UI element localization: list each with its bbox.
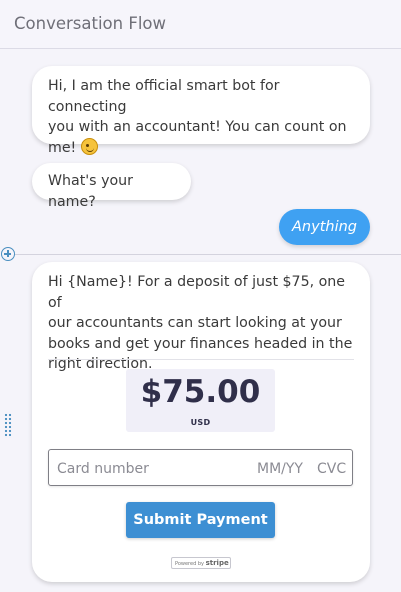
bot-intro-line-1: Hi, I am the official smart bot for conn… (48, 78, 280, 115)
bot-offer-line-3: books and get your finances headed in th… (48, 335, 353, 352)
divider (14, 254, 401, 255)
submit-payment-button[interactable]: Submit Payment (126, 502, 275, 538)
expiry-placeholder: MM/YY (257, 461, 303, 477)
bot-question-text: What's your name? (48, 173, 133, 210)
winking-face-icon (80, 137, 98, 155)
payment-amount: $75.00 (140, 374, 261, 410)
page-title: Conversation Flow (14, 14, 166, 33)
card-input[interactable]: Card number MM/YY CVC (48, 449, 353, 486)
card-number-placeholder: Card number (57, 461, 149, 477)
bot-intro-line-2: you with an accountant! You can count on (48, 119, 347, 135)
bot-intro-line-3: me! (48, 137, 354, 159)
bot-offer-line-2: our accountants can start looking at you… (48, 315, 342, 331)
cvc-placeholder: CVC (317, 461, 347, 477)
separator (48, 359, 354, 360)
stripe-logo: stripe (205, 559, 229, 567)
drag-handle-icon[interactable] (4, 413, 12, 438)
payment-currency: USD (190, 418, 211, 427)
bot-intro-message: Hi, I am the official smart bot for conn… (32, 66, 370, 156)
bot-question-message: What's your name? (32, 163, 191, 210)
bot-intro-line-3-text: me! (48, 139, 77, 156)
powered-by-stripe-badge[interactable]: Powered by stripe (171, 557, 231, 569)
payment-message: Hi {Name}! For a deposit of just $75, on… (32, 262, 370, 582)
user-reply-bubble[interactable]: Anything (279, 209, 370, 245)
powered-by-text: Powered by (175, 561, 204, 567)
add-circle-icon[interactable] (1, 247, 15, 261)
price-box: $75.00 USD (126, 369, 275, 432)
bot-offer-line-1: Hi {Name}! For a deposit of just $75, on… (48, 274, 346, 311)
header: Conversation Flow (0, 0, 401, 49)
